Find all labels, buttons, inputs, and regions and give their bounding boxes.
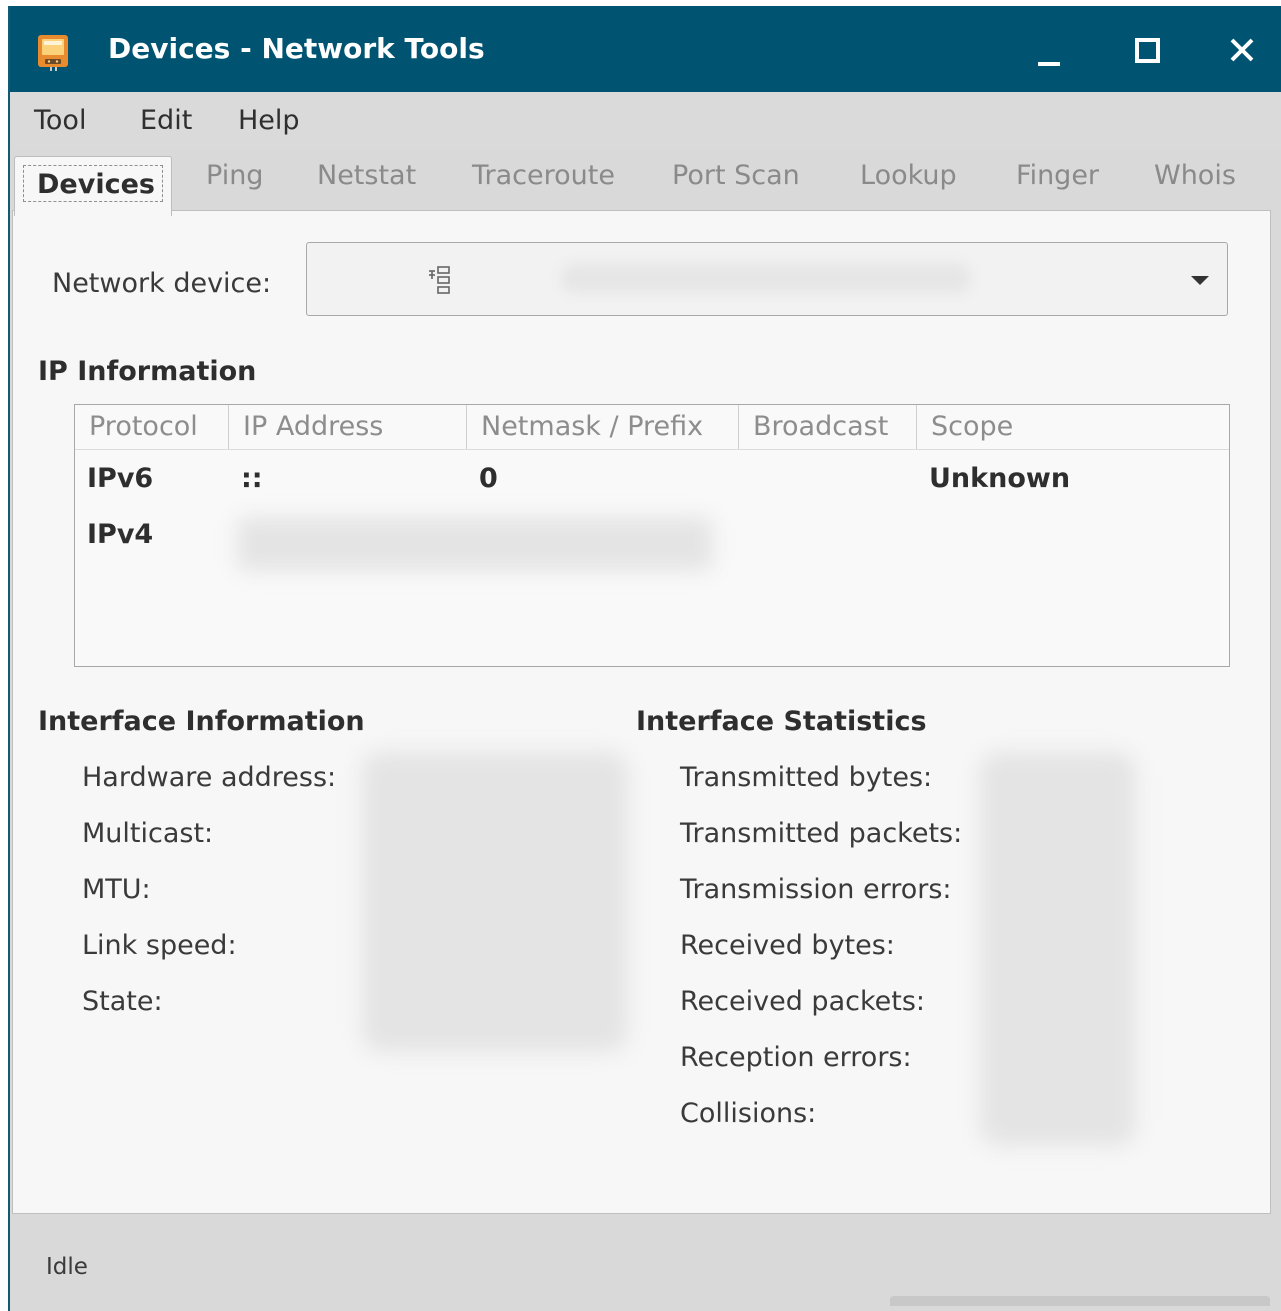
transmission-errors-label: Transmission errors: (680, 874, 952, 905)
tab-port-scan[interactable]: Port Scan (672, 160, 800, 191)
column-header-netmask[interactable]: Netmask / Prefix (467, 405, 739, 449)
device-name-redacted (561, 263, 971, 293)
menu-bar: Tool Edit Help (10, 92, 1281, 150)
hardware-address-label: Hardware address: (82, 762, 337, 793)
title-bar[interactable]: Devices - Network Tools (10, 6, 1281, 92)
resize-grip[interactable] (890, 1296, 1270, 1306)
interface-information-heading: Interface Information (38, 706, 365, 737)
cell-netmask: 0 (479, 463, 498, 494)
received-bytes-label: Received bytes: (680, 930, 895, 961)
received-packets-label: Received packets: (680, 986, 925, 1017)
tab-lookup[interactable]: Lookup (860, 160, 957, 191)
interface-values-redacted (362, 752, 628, 1052)
menu-tool[interactable]: Tool (34, 105, 86, 136)
ipv4-address-redacted (237, 517, 713, 571)
close-icon (1230, 38, 1254, 62)
ip-table[interactable]: Protocol IP Address Netmask / Prefix Bro… (74, 404, 1230, 667)
chevron-down-icon (1191, 276, 1209, 285)
interface-statistics-heading: Interface Statistics (636, 706, 927, 737)
status-text: Idle (46, 1254, 88, 1280)
interface-statistics-values-redacted (980, 752, 1136, 1146)
state-label: State: (82, 986, 163, 1017)
network-device-select[interactable] (306, 242, 1228, 316)
maximize-icon (1135, 38, 1160, 63)
menu-edit[interactable]: Edit (140, 105, 192, 136)
column-header-broadcast[interactable]: Broadcast (739, 405, 917, 449)
column-header-ip-address[interactable]: IP Address (229, 405, 467, 449)
maximize-button[interactable] (1124, 26, 1172, 74)
window-title: Devices - Network Tools (108, 32, 485, 65)
cell-protocol: IPv6 (87, 463, 154, 494)
collisions-label: Collisions: (680, 1098, 817, 1129)
network-device-label: Network device: (52, 268, 272, 299)
tab-whois[interactable]: Whois (1154, 160, 1236, 191)
network-tools-icon (38, 35, 68, 71)
reception-errors-label: Reception errors: (680, 1042, 912, 1073)
tab-finger[interactable]: Finger (1016, 160, 1099, 191)
mtu-label: MTU: (82, 874, 151, 905)
tab-ping[interactable]: Ping (206, 160, 263, 191)
tab-netstat[interactable]: Netstat (317, 160, 416, 191)
menu-help[interactable]: Help (238, 105, 300, 136)
column-header-scope[interactable]: Scope (917, 405, 1231, 449)
header-divider (75, 449, 1229, 450)
cell-protocol: IPv4 (87, 519, 154, 550)
cell-scope: Unknown (929, 463, 1071, 494)
close-button[interactable] (1218, 26, 1266, 74)
transmitted-packets-label: Transmitted packets: (680, 818, 963, 849)
multicast-label: Multicast: (82, 818, 214, 849)
cell-ip-address: :: (241, 463, 263, 494)
minimize-button[interactable] (1026, 26, 1074, 74)
tab-traceroute[interactable]: Traceroute (472, 160, 615, 191)
transmitted-bytes-label: Transmitted bytes: (680, 762, 933, 793)
tab-devices-label: Devices (37, 169, 155, 200)
link-speed-label: Link speed: (82, 930, 237, 961)
minimize-icon (1038, 62, 1060, 66)
tab-devices[interactable]: Devices (14, 156, 172, 216)
ip-information-heading: IP Information (38, 356, 257, 387)
network-interface-icon (429, 266, 450, 294)
column-header-protocol[interactable]: Protocol (75, 405, 229, 449)
